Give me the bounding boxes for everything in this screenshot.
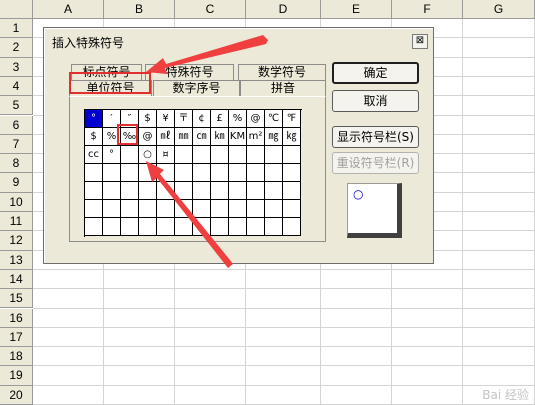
watermark: Bai 经验	[482, 388, 529, 402]
annotation-arrows	[146, 35, 268, 268]
arrow-to-permille-cell	[146, 161, 233, 268]
arrow-to-units-tab	[146, 35, 268, 74]
